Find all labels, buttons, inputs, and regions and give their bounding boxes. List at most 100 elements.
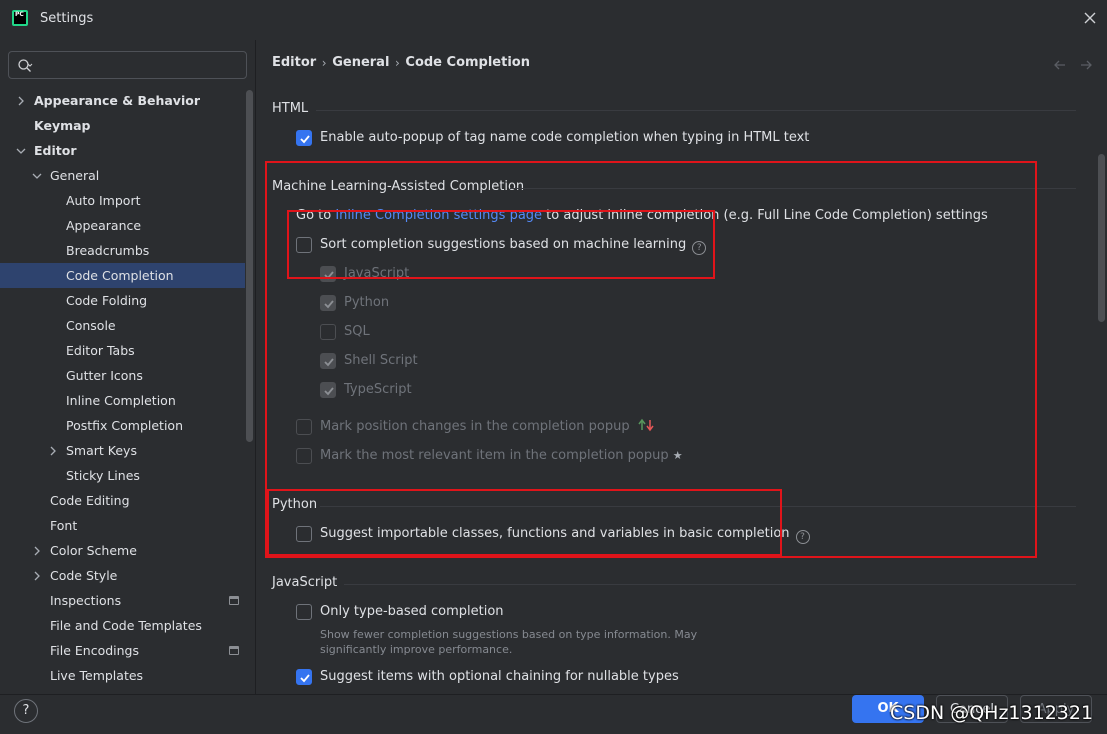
sidebar-item-sticky-lines[interactable]: Sticky Lines xyxy=(0,463,245,488)
close-icon[interactable] xyxy=(1080,8,1100,28)
sidebar-item-font[interactable]: Font xyxy=(0,513,245,538)
sidebar-item-smart-keys[interactable]: Smart Keys xyxy=(0,438,245,463)
ml-info-text: Go to Inline Completion settings page to… xyxy=(296,207,988,227)
sidebar-item-label: Gutter Icons xyxy=(66,368,143,383)
section-title-html: HTML xyxy=(272,101,309,116)
section-divider xyxy=(510,188,1076,189)
sidebar-item-live-templates[interactable]: Live Templates xyxy=(0,663,245,688)
star-icon: ★ xyxy=(672,449,683,462)
checkbox[interactable] xyxy=(320,295,336,311)
sidebar-item-code-style[interactable]: Code Style xyxy=(0,563,245,588)
breadcrumb: Editor › General › Code Completion xyxy=(272,55,530,73)
checkbox[interactable] xyxy=(320,353,336,369)
section-divider xyxy=(320,506,1076,507)
checkbox[interactable] xyxy=(296,526,312,542)
sidebar-item-label: Console xyxy=(66,318,116,333)
help-icon[interactable]: ? xyxy=(692,241,707,255)
option-label: Suggest importable classes, functions an… xyxy=(320,525,810,544)
section-title-python: Python xyxy=(272,497,318,512)
sidebar-item-label: Smart Keys xyxy=(66,443,137,458)
sidebar-item-appearance-behavior[interactable]: Appearance & Behavior xyxy=(0,88,245,113)
option-label: Only type-based completion xyxy=(320,604,504,619)
sidebar-item-keymap[interactable]: Keymap xyxy=(0,113,245,138)
sidebar-item-label: File and Code Templates xyxy=(50,618,202,633)
chevron-right-icon[interactable] xyxy=(48,446,58,456)
sidebar-item-label: Appearance xyxy=(66,218,142,233)
chevron-right-icon[interactable] xyxy=(16,96,26,106)
sidebar-item-general[interactable]: General xyxy=(0,163,245,188)
checkbox[interactable] xyxy=(296,448,312,464)
sidebar-item-gutter-icons[interactable]: Gutter Icons xyxy=(0,363,245,388)
sidebar-item-postfix-completion[interactable]: Postfix Completion xyxy=(0,413,245,438)
sidebar-item-code-completion[interactable]: Code Completion xyxy=(0,263,245,288)
option-label: Enable auto-popup of tag name code compl… xyxy=(320,130,810,145)
project-scope-icon xyxy=(229,646,239,655)
title-bar: PC Settings xyxy=(0,0,1107,40)
sidebar-item-appearance[interactable]: Appearance xyxy=(0,213,245,238)
sidebar-item-label: Live Templates xyxy=(50,668,144,683)
checkbox[interactable] xyxy=(320,324,336,340)
checkbox[interactable] xyxy=(296,669,312,685)
check-icon xyxy=(324,271,334,280)
breadcrumb-item: Code Completion xyxy=(405,55,530,70)
sidebar-item-file-and-code-templates[interactable]: File and Code Templates xyxy=(0,613,245,638)
sidebar-item-code-folding[interactable]: Code Folding xyxy=(0,288,245,313)
sidebar-item-label: Keymap xyxy=(34,118,91,133)
back-arrow-icon[interactable] xyxy=(1052,57,1068,73)
checkbox[interactable] xyxy=(320,266,336,282)
sidebar-item-inspections[interactable]: Inspections xyxy=(0,588,245,613)
watermark: CSDN @QHz1312321 xyxy=(890,702,1094,724)
sidebar-item-label: Code Style xyxy=(50,568,118,583)
content-scrollbar[interactable] xyxy=(1098,154,1105,322)
sidebar-item-auto-import[interactable]: Auto Import xyxy=(0,188,245,213)
chevron-right-icon: › xyxy=(395,55,400,70)
inline-completion-settings-link[interactable]: Inline Completion settings page xyxy=(335,208,542,223)
breadcrumb-item[interactable]: Editor xyxy=(272,55,316,70)
help-button[interactable]: ? xyxy=(14,699,38,723)
sidebar-item-code-editing[interactable]: Code Editing xyxy=(0,488,245,513)
sidebar-item-label: File Encodings xyxy=(50,643,140,658)
sidebar-item-color-scheme[interactable]: Color Scheme xyxy=(0,538,245,563)
option-label: Mark the most relevant item in the compl… xyxy=(320,448,683,463)
option-label: Suggest items with optional chaining for… xyxy=(320,669,679,684)
sidebar-item-console[interactable]: Console xyxy=(0,313,245,338)
checkbox[interactable] xyxy=(296,237,312,253)
checkbox[interactable] xyxy=(296,604,312,620)
settings-sidebar: Appearance & Behavior Keymap Editor General… xyxy=(0,40,255,694)
chevron-down-icon[interactable] xyxy=(32,171,42,181)
help-icon[interactable]: ? xyxy=(795,530,810,544)
chevron-right-icon[interactable] xyxy=(32,571,42,581)
sidebar-item-label: Breadcrumbs xyxy=(66,243,150,258)
sidebar-item-label: Editor xyxy=(34,143,77,158)
option-label: Python xyxy=(344,295,390,310)
sidebar-item-inline-completion[interactable]: Inline Completion xyxy=(0,388,245,413)
option-label: JavaScript xyxy=(344,266,410,281)
checkbox[interactable] xyxy=(296,130,312,146)
project-scope-icon xyxy=(229,596,239,605)
sidebar-item-file-encodings[interactable]: File Encodings xyxy=(0,638,245,663)
sidebar-item-editor-tabs[interactable]: Editor Tabs xyxy=(0,338,245,363)
chevron-down-icon[interactable] xyxy=(16,146,26,156)
chevron-right-icon[interactable] xyxy=(32,546,42,556)
checkbox[interactable] xyxy=(320,382,336,398)
check-icon xyxy=(300,674,310,683)
sidebar-item-editor[interactable]: Editor xyxy=(0,138,245,163)
settings-content: Editor › General › Code Completion HTML Enab… xyxy=(256,40,1107,694)
sidebar-item-label: Code Folding xyxy=(66,293,148,308)
search-box[interactable] xyxy=(8,51,247,79)
section-divider xyxy=(316,110,1076,111)
check-icon xyxy=(324,358,334,367)
sidebar-item-label: Inline Completion xyxy=(66,393,176,408)
info-prefix: Go to xyxy=(296,208,336,223)
pycharm-logo-icon: PC xyxy=(12,10,28,26)
sidebar-item-breadcrumbs[interactable]: Breadcrumbs xyxy=(0,238,245,263)
sidebar-item-label: Auto Import xyxy=(66,193,141,208)
forward-arrow-icon[interactable] xyxy=(1078,57,1094,73)
option-label: SQL xyxy=(344,324,370,339)
section-title-javascript: JavaScript xyxy=(272,575,338,590)
sidebar-item-label: Sticky Lines xyxy=(66,468,140,483)
search-input[interactable] xyxy=(37,55,237,75)
breadcrumb-item[interactable]: General xyxy=(332,55,389,70)
checkbox[interactable] xyxy=(296,419,312,435)
sidebar-scrollbar[interactable] xyxy=(246,90,253,442)
